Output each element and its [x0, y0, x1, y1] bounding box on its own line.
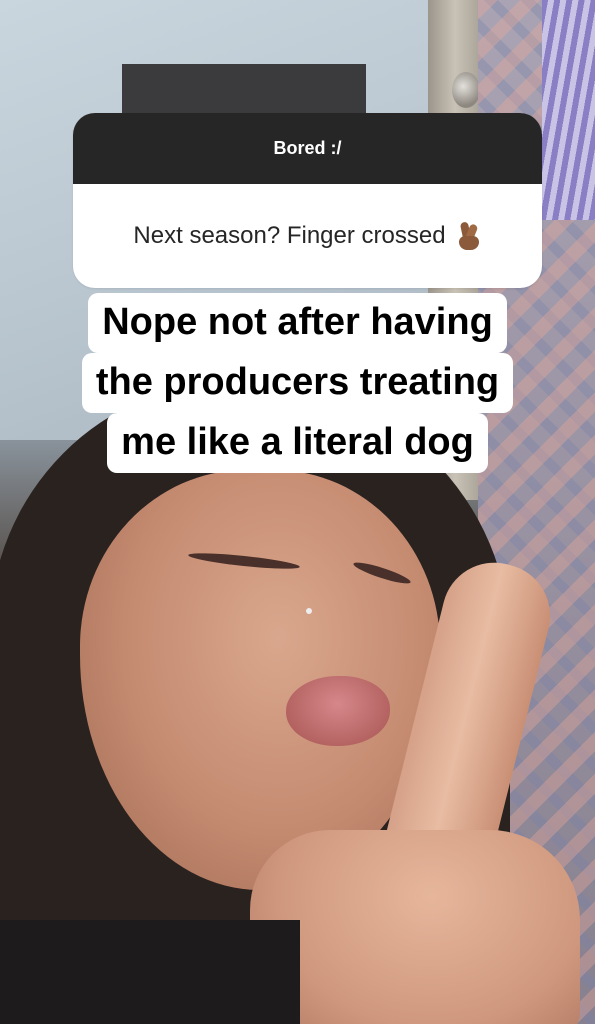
- dark-clothing: [0, 920, 300, 1024]
- answer-caption-text: the producers treating: [81, 353, 514, 413]
- question-sticker-body: Next season? Finger crossed: [73, 184, 542, 288]
- question-sticker-prompt: Bored :/: [273, 138, 342, 158]
- crossed-fingers-emoji-icon: [456, 221, 482, 250]
- question-sticker[interactable]: Bored :/ Next season? Finger crossed: [73, 113, 542, 288]
- answer-caption-text: me like a literal dog: [107, 413, 488, 473]
- striped-fabric: [542, 0, 595, 220]
- answer-caption-line-2: the producers treating: [0, 353, 595, 413]
- question-sticker-header: Bored :/: [73, 113, 542, 184]
- story-screen[interactable]: Bored :/ Next season? Finger crossed Nop…: [0, 0, 595, 1024]
- answer-caption-line-1: Nope not after having: [0, 293, 595, 353]
- answer-caption-text: Nope not after having: [88, 293, 507, 353]
- nose-piercing: [306, 608, 312, 614]
- question-text: Next season? Finger crossed: [133, 222, 446, 249]
- door-knob: [452, 72, 480, 108]
- pursed-lips: [286, 676, 390, 746]
- answer-caption-line-3: me like a literal dog: [0, 413, 595, 473]
